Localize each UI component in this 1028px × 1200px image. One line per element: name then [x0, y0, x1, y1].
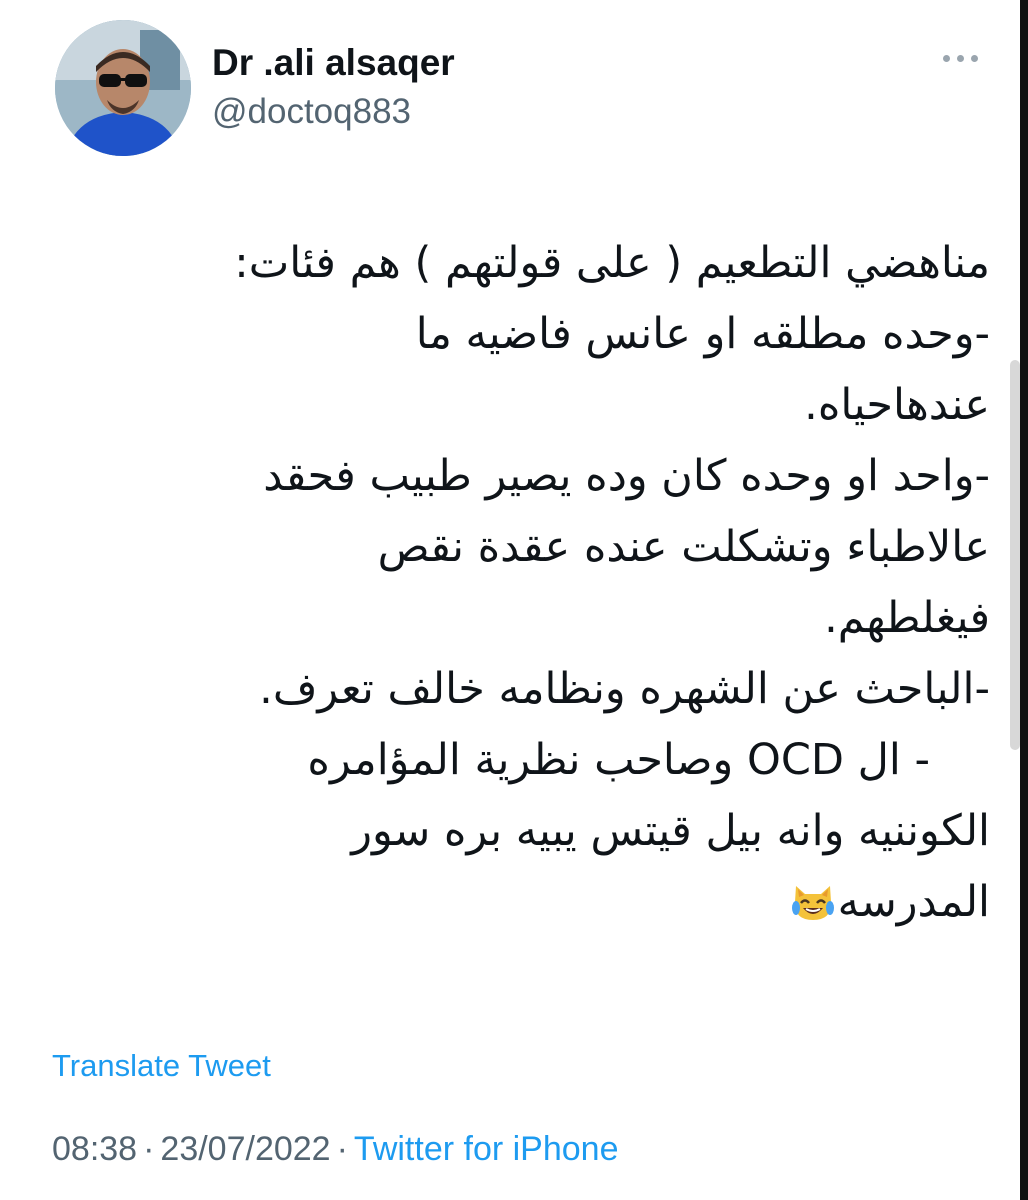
- tweet-line: -واحد او وحده كان وده يصير طبيب فحقد: [263, 451, 990, 501]
- right-edge-strip: [1020, 0, 1028, 1200]
- tweet-screenshot: Dr .ali alsaqer @doctoq883 مناهضي التطعي…: [0, 0, 1028, 1200]
- tweet-line: -وحده مطلقه او عانس فاضيه ما: [415, 309, 990, 359]
- tweet-line: الكوننيه وانه بيل قيتس يبيه بره سور: [351, 806, 990, 856]
- tweet-line-last: المدرسه: [45, 867, 990, 938]
- scrollbar[interactable]: [1010, 360, 1020, 750]
- cat-face-with-tears-of-joy-icon: [791, 886, 834, 920]
- user-handle[interactable]: @doctoq883: [212, 92, 411, 132]
- tweet-text: مناهضي التطعيم ( على قولتهم ) هم فئات: -…: [45, 228, 990, 938]
- tweet-line: فيغلطهم.: [824, 593, 990, 643]
- tweet-line: مناهضي التطعيم ( على قولتهم ) هم فئات:: [234, 238, 990, 288]
- more-options-icon[interactable]: [930, 38, 990, 78]
- tweet-time[interactable]: 08:38: [52, 1130, 137, 1168]
- translate-tweet-link[interactable]: Translate Tweet: [52, 1048, 271, 1084]
- separator: ·: [336, 1130, 348, 1168]
- tweet-line: - ال OCD وصاحب نظرية المؤامره: [307, 735, 930, 785]
- more-dot: [956, 54, 964, 62]
- tweet-source-link[interactable]: Twitter for iPhone: [354, 1130, 619, 1168]
- separator: ·: [143, 1130, 155, 1168]
- tweet-date[interactable]: 23/07/2022: [160, 1130, 330, 1168]
- tweet-line: عندهاحياه.: [804, 380, 990, 430]
- display-name[interactable]: Dr .ali alsaqer: [212, 42, 455, 84]
- tweet-line: -الباحث عن الشهره ونظامه خالف تعرف.: [259, 664, 990, 714]
- tweet-metadata: 08:38 · 23/07/2022 · Twitter for iPhone: [52, 1130, 618, 1169]
- avatar[interactable]: [55, 20, 191, 156]
- avatar-photo: [55, 20, 191, 156]
- more-dot: [942, 54, 950, 62]
- more-dot: [970, 54, 978, 62]
- tweet-line-text: المدرسه: [837, 877, 990, 927]
- tweet-line: عالاطباء وتشكلت عنده عقدة نقص: [377, 522, 990, 572]
